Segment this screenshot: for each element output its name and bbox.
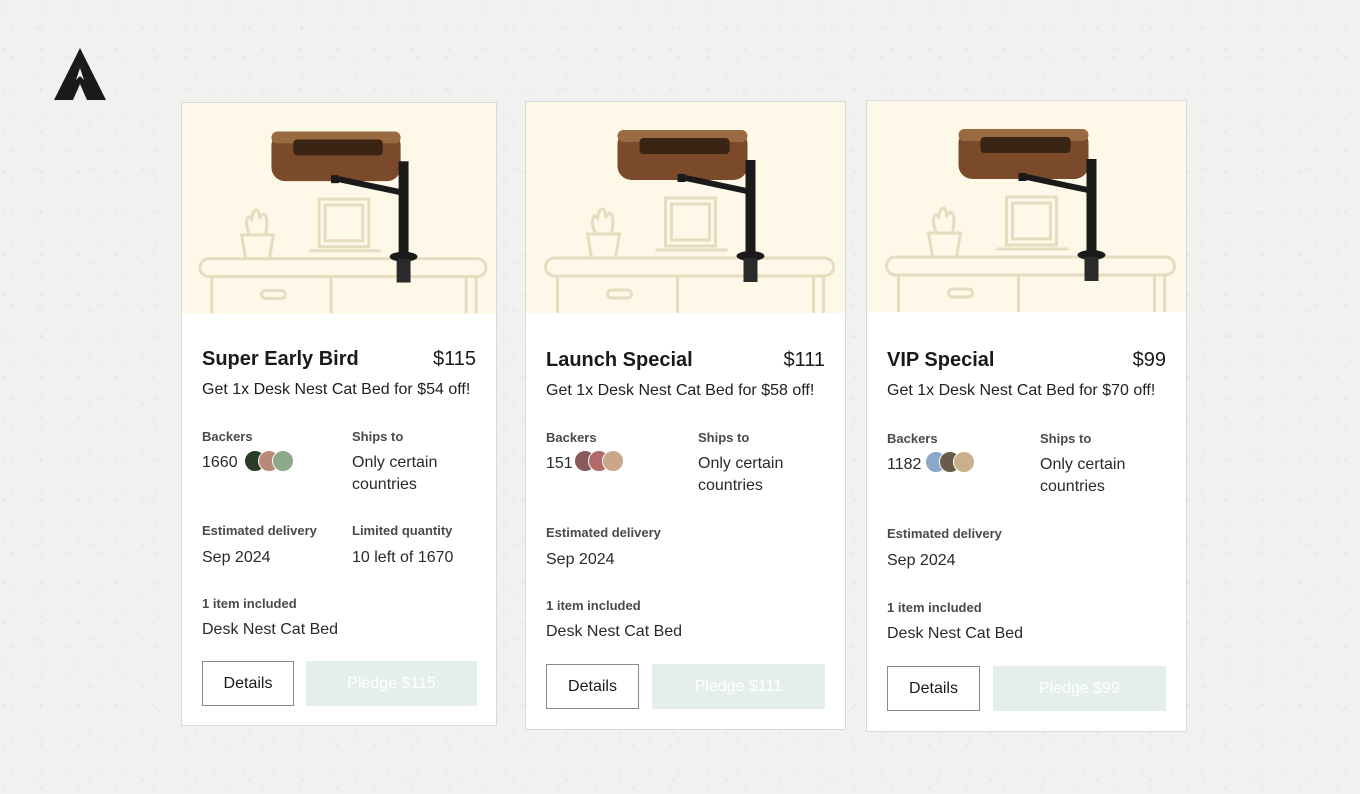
items-included-label: 1 item included [887,600,982,615]
kickstarter-arrow-logo-icon[interactable] [52,46,108,102]
estimated-delivery-label: Estimated delivery [546,525,661,540]
pledge-button[interactable]: Pledge $111 [652,664,825,709]
backer-avatars [244,450,304,472]
item-name: Desk Nest Cat Bed [887,625,1024,642]
reward-title: VIP Special [887,349,995,371]
reward-card-launch-special[interactable]: Launch Special $111 Get 1x Desk Nest Cat… [525,101,846,730]
product-image [182,103,496,314]
reward-description: Get 1x Desk Nest Cat Bed for $58 off! [546,382,815,399]
items-included-label: 1 item included [546,598,641,613]
product-image [526,102,845,313]
reward-price: $99 [1132,349,1166,371]
estimated-delivery-label: Estimated delivery [202,523,317,538]
reward-description: Get 1x Desk Nest Cat Bed for $70 off! [887,382,1156,399]
limited-quantity-value: 10 left of 1670 [352,549,454,566]
backers-count: 1182 [887,456,922,473]
pledge-button[interactable]: Pledge $99 [993,666,1166,711]
backer-avatars [574,450,634,472]
ships-to-value: Only certain countries [352,454,438,493]
estimated-delivery-label: Estimated delivery [887,526,1002,541]
estimated-delivery-value: Sep 2024 [887,552,956,569]
reward-card-super-early-bird[interactable]: Super Early Bird $115 Get 1x Desk Nest C… [181,102,497,726]
details-button[interactable]: Details [546,664,639,709]
item-name: Desk Nest Cat Bed [546,623,683,640]
product-image [867,101,1186,312]
reward-title: Launch Special [546,349,693,371]
reward-title: Super Early Bird [202,348,359,370]
item-name: Desk Nest Cat Bed [202,621,339,638]
backers-label: Backers [202,429,253,444]
backer-avatars [925,451,985,473]
estimated-delivery-value: Sep 2024 [546,551,615,568]
items-included-label: 1 item included [202,596,297,611]
backers-label: Backers [546,430,597,445]
ships-to-value: Only certain countries [1040,456,1126,495]
details-button[interactable]: Details [887,666,980,711]
reward-price: $111 [783,349,825,371]
estimated-delivery-value: Sep 2024 [202,549,271,566]
avatar [953,451,975,473]
avatar [272,450,294,472]
reward-price: $115 [432,348,476,370]
pledge-button[interactable]: Pledge $115 [306,661,477,706]
avatar [602,450,624,472]
reward-description: Get 1x Desk Nest Cat Bed for $54 off! [202,381,471,398]
ships-to-value: Only certain countries [698,455,784,494]
backers-count: 151 [546,455,573,472]
limited-quantity-label: Limited quantity [352,523,453,538]
backers-count: 1660 [202,454,238,471]
ships-to-label: Ships to [698,430,750,445]
backers-label: Backers [887,431,938,446]
ships-to-label: Ships to [352,429,404,444]
ships-to-label: Ships to [1040,431,1092,446]
details-button[interactable]: Details [202,661,294,706]
reward-card-vip-special[interactable]: VIP Special $99 Get 1x Desk Nest Cat Bed… [866,100,1187,732]
